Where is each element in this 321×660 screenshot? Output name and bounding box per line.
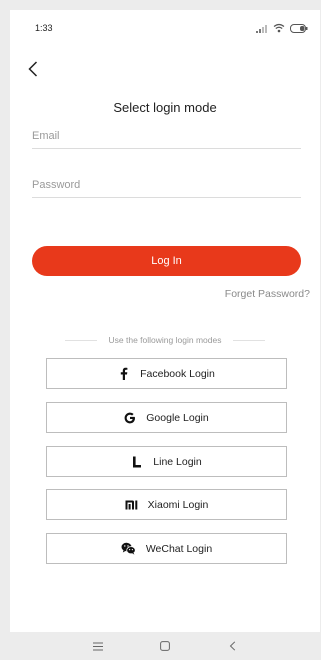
password-input[interactable] [32,172,301,197]
wechat-icon [121,542,136,555]
google-login-button[interactable]: Google Login [46,402,287,433]
forget-password-link[interactable]: Forget Password? [225,288,310,300]
divider-line [233,339,265,341]
login-button[interactable]: Log In [32,246,301,276]
xiaomi-login-label: Xiaomi Login [147,498,209,511]
alternative-login-divider: Use the following login modes [65,334,265,346]
xiaomi-icon [125,500,138,510]
line-login-button[interactable]: Line Login [46,446,287,477]
wechat-login-button[interactable]: WeChat Login [46,533,287,564]
page-title: Select login mode [113,100,217,115]
xiaomi-login-button[interactable]: Xiaomi Login [46,489,287,520]
system-navigation-bar [0,632,321,660]
google-login-label: Google Login [146,411,209,424]
facebook-login-label: Facebook Login [140,367,215,380]
wechat-login-label: WeChat Login [145,542,213,555]
divider-line [65,339,97,341]
back-icon[interactable] [222,638,242,654]
divider-text: Use the following login modes [108,335,222,345]
email-field[interactable] [32,123,301,149]
line-login-label: Line Login [153,455,202,468]
facebook-login-button[interactable]: Facebook Login [46,358,287,389]
status-time: 1:33 [35,23,53,33]
battery-icon [290,20,308,38]
line-icon [131,456,143,468]
password-field[interactable] [32,172,301,198]
status-bar: 1:33 [10,10,320,44]
email-input[interactable] [32,123,301,148]
google-icon [124,412,136,424]
home-icon[interactable] [155,638,175,654]
login-screen: 1:33 Select login mode Email Log In Forg… [10,10,320,632]
facebook-icon [118,367,130,380]
menu-icon[interactable] [88,638,108,654]
chevron-left-icon [28,60,38,82]
back-button[interactable] [22,60,44,82]
signal-icon [256,20,268,38]
status-icons [256,20,308,38]
wifi-icon [273,20,285,38]
